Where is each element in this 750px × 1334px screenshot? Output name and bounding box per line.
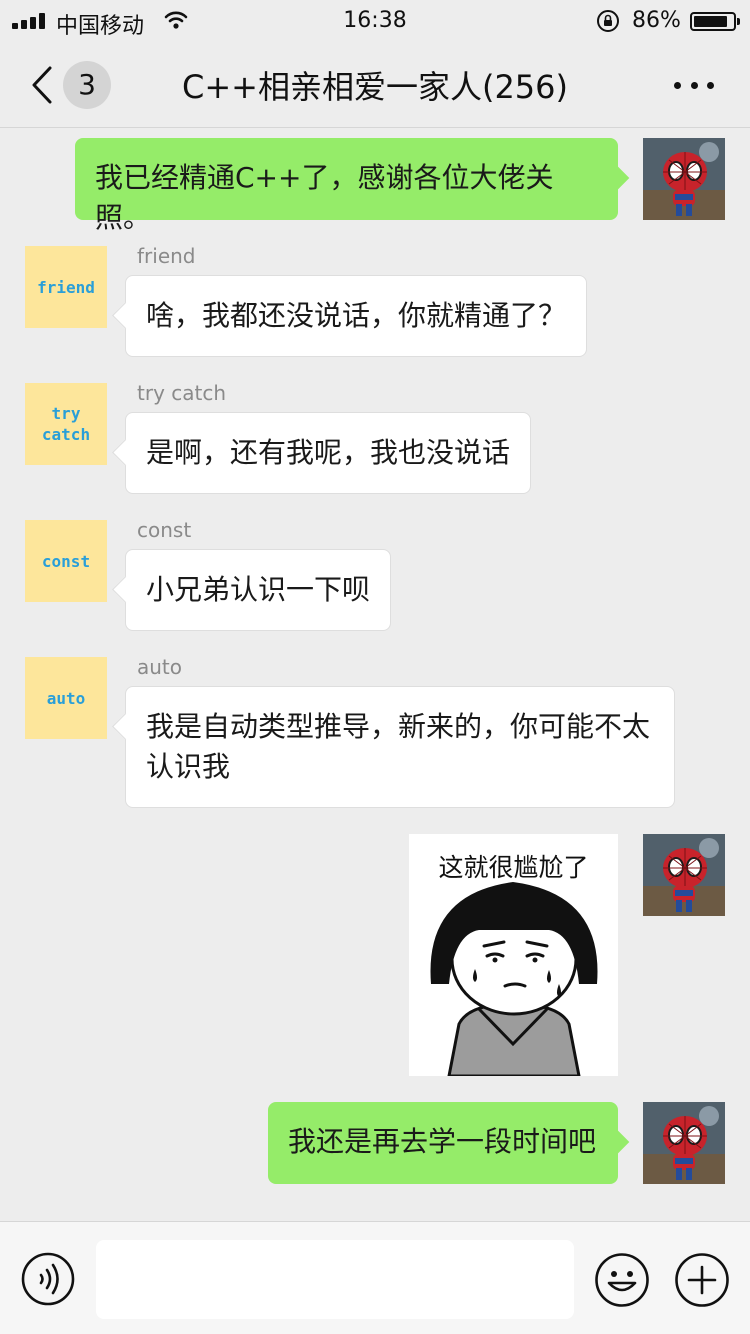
battery-icon: [690, 12, 740, 31]
sender-name: try catch: [137, 381, 227, 405]
incoming-message-bubble[interactable]: 啥，我都还没说话，你就精通了？: [125, 275, 587, 357]
avatar-auto[interactable]: auto: [25, 657, 107, 739]
message-text: 我是自动类型推导，新来的，你可能不太认识我: [146, 710, 651, 783]
rotation-lock-icon: [597, 10, 619, 32]
message-text-input[interactable]: [96, 1240, 574, 1319]
avatar-label: auto: [46, 688, 86, 708]
my-avatar[interactable]: [643, 138, 725, 220]
avatar-label: friend: [37, 277, 95, 297]
message-text: 是啊，还有我呢，我也没说话: [146, 436, 511, 469]
message-text: 啥，我都还没说话，你就精通了？: [146, 299, 567, 332]
avatar-label: const: [41, 551, 91, 571]
sender-name: const: [137, 518, 192, 542]
voice-icon[interactable]: [21, 1252, 75, 1306]
spider-hero-avatar-icon: [643, 1102, 725, 1184]
my-avatar[interactable]: [643, 834, 725, 916]
sender-name: auto: [137, 655, 183, 679]
spider-hero-avatar-icon: [643, 834, 725, 916]
battery-percentage: 86%: [632, 8, 681, 33]
message-input-bar: [0, 1221, 750, 1334]
battery-level-fill: [694, 16, 727, 27]
spider-hero-avatar-icon: [643, 138, 725, 220]
sender-name: friend: [137, 244, 196, 268]
message-text: 我已经精通C++了，感谢各位大佬关照。: [95, 161, 554, 234]
sticker-message[interactable]: 这就很尴尬了: [409, 834, 618, 1076]
awkward-face-sticker-icon: [430, 882, 598, 1076]
my-avatar[interactable]: [643, 1102, 725, 1184]
avatar-friend[interactable]: friend: [25, 246, 107, 328]
chat-title: C++相亲相爱一家人(256): [181, 68, 569, 106]
plus-icon[interactable]: [674, 1252, 730, 1308]
avatar-label: try catch: [41, 404, 91, 444]
outgoing-message-bubble[interactable]: 我还是再去学一段时间吧: [268, 1102, 618, 1184]
incoming-message-bubble[interactable]: 小兄弟认识一下呗: [125, 549, 391, 631]
avatar-const[interactable]: const: [25, 520, 107, 602]
message-text: 我还是再去学一段时间吧: [288, 1125, 597, 1158]
navigation-bar: 3 C++相亲相爱一家人(256): [0, 42, 750, 128]
outgoing-message-bubble[interactable]: 我已经精通C++了，感谢各位大佬关照。: [75, 138, 618, 234]
emoji-icon[interactable]: [594, 1252, 650, 1308]
incoming-message-bubble[interactable]: 我是自动类型推导，新来的，你可能不太认识我: [125, 686, 675, 808]
message-text: 小兄弟认识一下呗: [146, 573, 371, 606]
more-options-icon[interactable]: [674, 77, 714, 93]
incoming-message-bubble[interactable]: 是啊，还有我呢，我也没说话: [125, 412, 531, 494]
status-bar: 中国移动 16:38 86%: [0, 0, 750, 42]
chat-message-list[interactable]: 我已经精通C++了，感谢各位大佬关照。 friend friend 啥，我都还没…: [0, 129, 750, 1221]
avatar-try-catch[interactable]: try catch: [25, 383, 107, 465]
